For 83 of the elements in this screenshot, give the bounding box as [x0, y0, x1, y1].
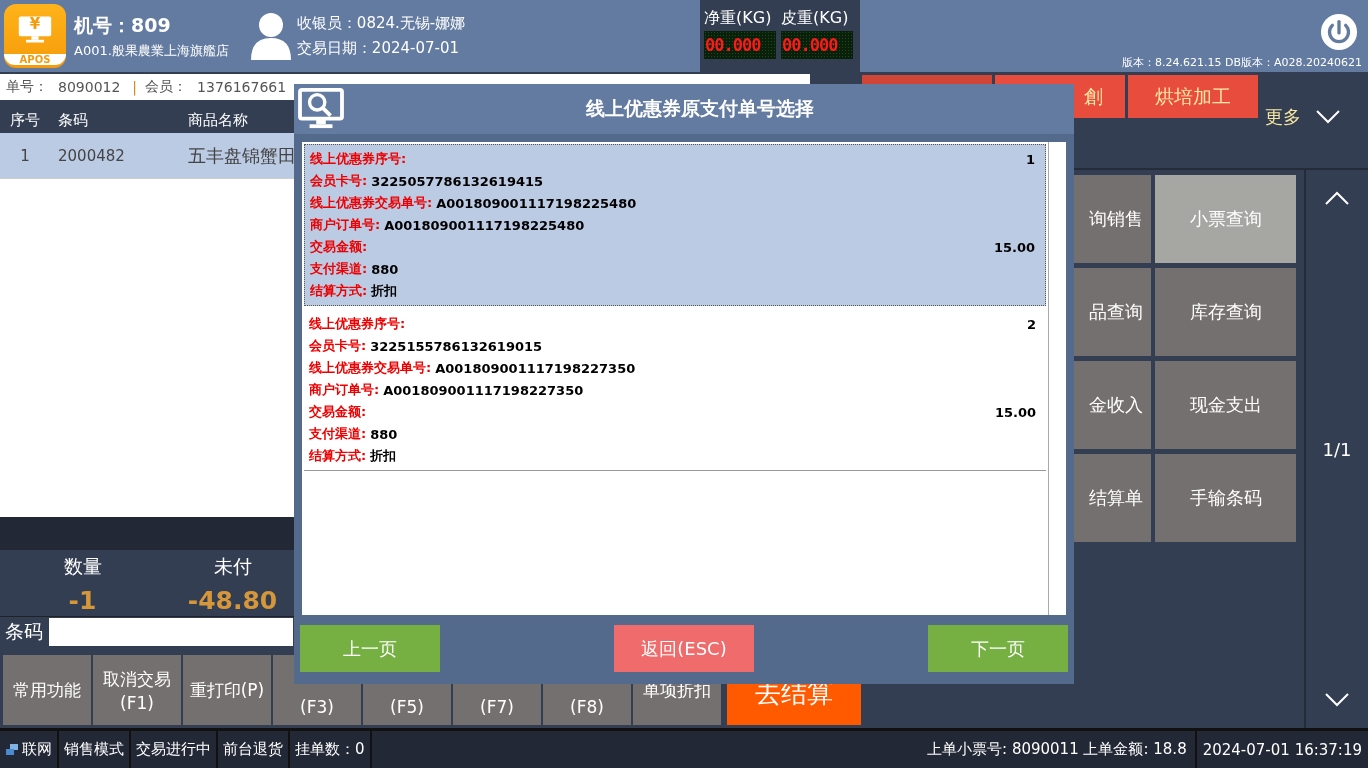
status-text: 前台退货 — [223, 740, 283, 759]
power-icon[interactable] — [1320, 13, 1358, 51]
menu-button[interactable]: 小票查询 — [1155, 175, 1296, 263]
field-label: 线上优惠券交易单号: — [310, 194, 433, 212]
status-text: 销售模式 — [64, 740, 124, 759]
total-value: -48.80 — [187, 586, 278, 615]
column-header: 序号 — [9, 111, 41, 130]
field-label: 商户订单号: — [309, 381, 380, 399]
cashier-name: 收银员：0824.无锡-娜娜 — [296, 14, 466, 33]
function-button[interactable]: 重打印(P) — [183, 655, 271, 725]
status-text: 联网 — [22, 740, 52, 759]
order-number: 8090012 — [58, 79, 121, 95]
status-text: 挂单数：0 — [295, 740, 365, 759]
total-label: 未付 — [213, 554, 252, 579]
table-cell-text: 1 — [19, 146, 31, 165]
chevron-up-icon[interactable] — [1324, 190, 1350, 206]
user-icon — [248, 12, 293, 60]
member-number: 1376167661 — [197, 79, 287, 95]
field-label: 线上优惠券序号: — [310, 150, 407, 168]
barcode-field[interactable] — [49, 618, 293, 646]
machine-number: 机号：809 — [74, 12, 172, 38]
order-label: 单号： — [6, 78, 48, 96]
field-value: 880 — [371, 261, 399, 277]
status-text: 交易进行中 — [136, 740, 211, 759]
field-value: 3225057786132619415 — [371, 173, 544, 189]
member-label: 会员： — [145, 78, 188, 96]
field-label: 交易金额: — [310, 238, 368, 256]
column-header: 商品名称 — [188, 111, 248, 130]
total-label: 数量 — [63, 554, 102, 579]
column-header: 条码 — [57, 111, 89, 130]
coupon-item[interactable]: 线上优惠券序号: 1 会员卡号: 3225057786132619415 线上优惠券交易单号: A001809001117198225480 商户订单号: A001809001117198225480 交易金额: 15.00 支付渠道: 880 结算方式: 折扣 — [304, 144, 1046, 306]
page-indicator: 1/1 — [1322, 438, 1352, 460]
menu-button[interactable]: 库存查询 — [1155, 268, 1296, 356]
field-label: 会员卡号: — [309, 337, 367, 355]
network-icon — [5, 742, 19, 757]
dialog-title: 线上优惠券原支付单号选择 — [586, 96, 814, 121]
field-label: 线上优惠券交易单号: — [309, 359, 432, 377]
field-label: 交易金额: — [309, 403, 367, 421]
field-label: 结算方式: — [310, 282, 368, 300]
weight-display: 00.000 — [781, 31, 853, 59]
field-value: A001809001117198227350 — [435, 360, 636, 376]
total-value: -1 — [68, 586, 97, 615]
field-value: 折扣 — [371, 282, 398, 300]
function-button[interactable]: 取消交易 (F1) — [93, 655, 181, 725]
version-text: 版本：8.24.621.15 DB版本：A028.20240621 — [1122, 55, 1362, 70]
coupon-item[interactable]: 线上优惠券序号: 2 会员卡号: 3225155786132619015 线上优惠券交易单号: A001809001117198227350 商户订单号: A001809001117198227350 交易金额: 15.00 支付渠道: 880 结算方式: 折扣 — [304, 310, 1046, 471]
field-value: A001809001117198227350 — [383, 382, 584, 398]
field-value: 2 — [1026, 316, 1036, 332]
datetime-text: 2024-07-01 16:37:19 — [1194, 731, 1368, 768]
separator: | — [132, 79, 138, 95]
field-value: 折扣 — [370, 447, 397, 465]
weight-display: 00.000 — [704, 31, 776, 59]
menu-button[interactable]: 现金支出 — [1155, 361, 1296, 449]
dialog-button[interactable]: 下一页 — [928, 625, 1068, 672]
field-label: 会员卡号: — [310, 172, 368, 190]
scale-label: 皮重(KG) — [781, 8, 850, 29]
field-label: 结算方式: — [309, 447, 367, 465]
field-value: 1 — [1025, 151, 1035, 167]
field-label: 商户订单号: — [310, 216, 381, 234]
field-value: A001809001117198225480 — [384, 217, 585, 233]
table-cell: 五丰盘锦蟹田 — [188, 143, 296, 168]
table-cell-text: 2000482 — [57, 146, 126, 165]
search-monitor-icon — [298, 88, 344, 130]
app-logo: ¥ APOS — [4, 4, 66, 68]
function-button[interactable]: 常用功能 — [3, 655, 91, 725]
function-button[interactable]: 烘培加工 — [1128, 75, 1258, 118]
scale-label: 净重(KG) — [704, 8, 773, 29]
field-value: A001809001117198225480 — [436, 195, 637, 211]
chevron-down-icon[interactable] — [1324, 692, 1350, 708]
more-button[interactable]: 更多 — [1261, 105, 1345, 129]
field-value: 3225155786132619015 — [370, 338, 543, 354]
transaction-date: 交易日期：2024-07-01 — [296, 39, 461, 58]
dialog-button[interactable]: 返回(ESC) — [614, 625, 754, 672]
field-label: 线上优惠券序号: — [309, 315, 406, 333]
field-label: 支付渠道: — [310, 260, 368, 278]
last-receipt-text: 上单小票号: 8090011 上单金额: 18.8 — [927, 740, 1188, 759]
field-value: 880 — [370, 426, 398, 442]
field-label: 支付渠道: — [309, 425, 367, 443]
store-name: A001.般果農業上海旗艦店 — [74, 41, 229, 60]
menu-button[interactable]: 手输条码 — [1155, 454, 1296, 542]
barcode-label: 条码 — [5, 619, 43, 644]
dialog-button[interactable]: 上一页 — [300, 625, 440, 672]
chevron-down-icon — [1315, 109, 1341, 125]
